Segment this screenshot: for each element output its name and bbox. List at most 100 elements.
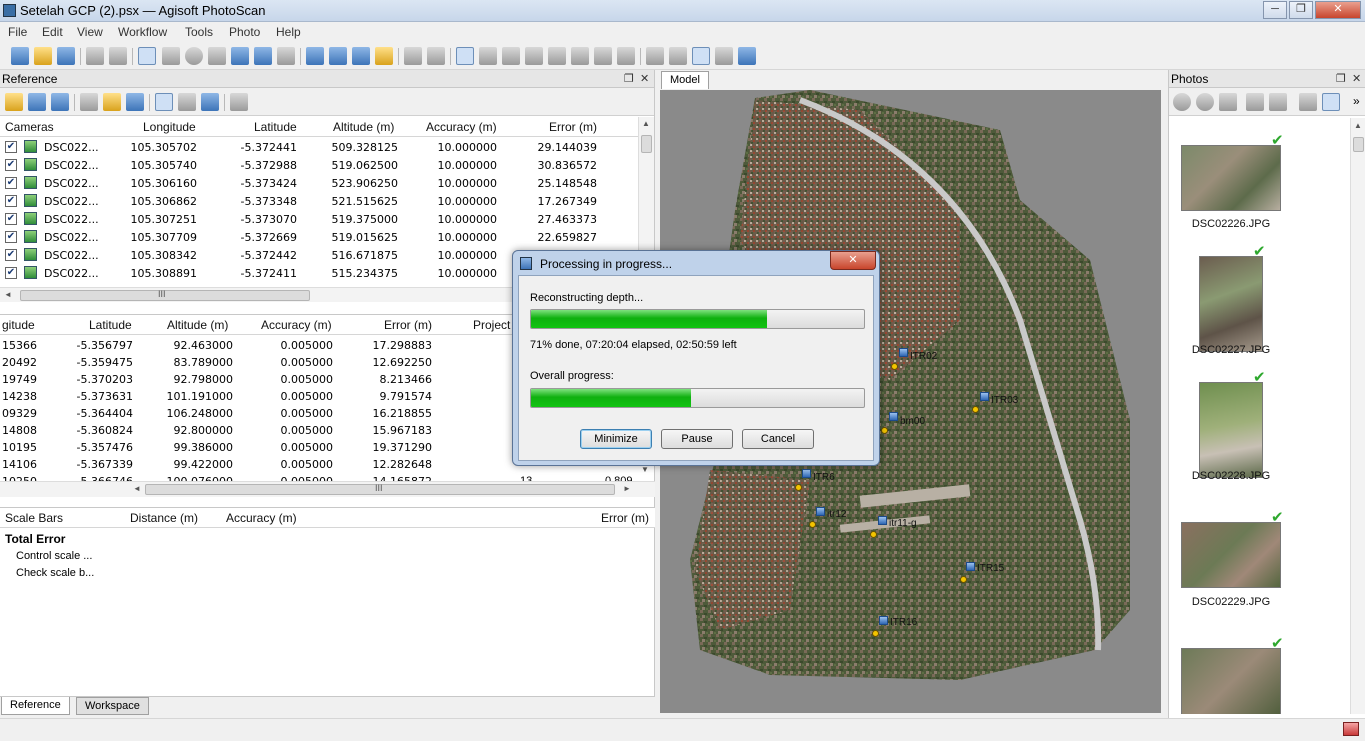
dialog-close-button[interactable]: ✕ [830, 251, 876, 270]
marker-flag-icon[interactable] [802, 469, 811, 478]
camera-enable-checkbox[interactable]: ✔ [5, 177, 17, 189]
dense-cloud-icon[interactable] [479, 47, 497, 65]
view-mode-icon[interactable] [1322, 93, 1340, 111]
tab-reference[interactable]: Reference [1, 697, 70, 715]
tiled-model-icon[interactable] [617, 47, 635, 65]
marker-point-icon[interactable] [960, 576, 967, 583]
column-altitude[interactable]: Altitude (m) [167, 318, 228, 332]
menu-edit[interactable]: Edit [42, 25, 63, 39]
view-errors-icon[interactable] [201, 93, 219, 111]
disable-photo-icon[interactable] [1196, 93, 1214, 111]
view-estimated-icon[interactable] [178, 93, 196, 111]
show-region-icon[interactable] [715, 47, 733, 65]
camera-enable-checkbox[interactable]: ✔ [5, 159, 17, 171]
undo-icon[interactable] [86, 47, 104, 65]
menu-help[interactable]: Help [276, 25, 301, 39]
menu-photo[interactable]: Photo [229, 25, 260, 39]
column-scale-bars[interactable]: Scale Bars [5, 511, 63, 525]
photo-thumbnail[interactable] [1181, 145, 1281, 211]
camera-row[interactable]: ✔ DSC022... 105.307709 -5.372669 519.015625 1… [0, 228, 638, 246]
column-longitude-partial[interactable]: gitude [2, 318, 35, 332]
move-region-icon[interactable] [231, 47, 249, 65]
column-latitude[interactable]: Latitude [89, 318, 132, 332]
clear-icon[interactable] [51, 93, 69, 111]
photo-thumbnail[interactable] [1181, 648, 1281, 714]
minimize-button[interactable]: Minimize [580, 429, 652, 449]
dense-cloud-classes-icon[interactable] [502, 47, 520, 65]
marker-flag-icon[interactable] [889, 412, 898, 421]
column-error[interactable]: Error (m) [384, 318, 432, 332]
camera-row[interactable]: ✔ DSC022... 105.305740 -5.372988 519.062500 1… [0, 156, 638, 174]
float-panel-icon[interactable]: ❐ [624, 72, 634, 85]
column-accuracy[interactable]: Accuracy (m) [226, 511, 297, 525]
camera-enable-checkbox[interactable]: ✔ [5, 231, 17, 243]
textured-model-icon[interactable] [594, 47, 612, 65]
markers-horizontal-scrollbar[interactable]: ◄ III ► [0, 481, 655, 497]
delete-selection-icon[interactable] [404, 47, 422, 65]
column-longitude[interactable]: Longitude [143, 120, 196, 134]
open-icon[interactable] [34, 47, 52, 65]
settings-icon[interactable] [230, 93, 248, 111]
ruler-icon[interactable] [375, 47, 393, 65]
camera-enable-checkbox[interactable]: ✔ [5, 195, 17, 207]
column-latitude[interactable]: Latitude [254, 120, 297, 134]
camera-row[interactable]: ✔ DSC022... 105.305702 -5.372441 509.328125 1… [0, 138, 638, 156]
camera-enable-checkbox[interactable]: ✔ [5, 267, 17, 279]
camera-row[interactable]: ✔ DSC022... 105.306160 -5.373424 523.906250 1… [0, 174, 638, 192]
reset-view-icon[interactable] [738, 47, 756, 65]
rotate-object-icon[interactable] [329, 47, 347, 65]
close-panel-icon[interactable]: ✕ [1352, 72, 1361, 85]
rotate-right-icon[interactable] [1269, 93, 1287, 111]
show-markers-icon[interactable] [692, 47, 710, 65]
enable-photo-icon[interactable] [1173, 93, 1191, 111]
menu-tools[interactable]: Tools [185, 25, 213, 39]
solid-model-icon[interactable] [548, 47, 566, 65]
move-object-icon[interactable] [306, 47, 324, 65]
tab-workspace[interactable]: Workspace [76, 697, 149, 715]
resize-region-icon[interactable] [254, 47, 272, 65]
camera-row[interactable]: ✔ DSC022... 105.306862 -5.373348 521.515625 1… [0, 192, 638, 210]
marker-flag-icon[interactable] [966, 562, 975, 571]
column-projections[interactable]: Project [473, 318, 510, 332]
tab-model[interactable]: Model [661, 71, 709, 89]
marker-flag-icon[interactable] [816, 507, 825, 516]
camera-row[interactable]: ✔ DSC022... 105.307251 -5.373070 519.375000 1… [0, 210, 638, 228]
column-accuracy[interactable]: Accuracy (m) [261, 318, 332, 332]
close-panel-icon[interactable]: ✕ [640, 72, 649, 85]
control-scale-row[interactable]: Control scale ... [16, 550, 92, 562]
shaded-model-icon[interactable] [525, 47, 543, 65]
marker-point-icon[interactable] [891, 363, 898, 370]
mask-icon[interactable] [1299, 93, 1317, 111]
save-icon[interactable] [57, 47, 75, 65]
menu-view[interactable]: View [77, 25, 103, 39]
menu-file[interactable]: File [8, 25, 27, 39]
photo-thumbnail[interactable] [1199, 256, 1263, 352]
marker-flag-icon[interactable] [878, 516, 887, 525]
minimize-window-button[interactable]: ─ [1263, 1, 1287, 19]
marker-point-icon[interactable] [881, 427, 888, 434]
redo-icon[interactable] [109, 47, 127, 65]
export-icon[interactable] [28, 93, 46, 111]
convert-icon[interactable] [80, 93, 98, 111]
marker-flag-icon[interactable] [879, 616, 888, 625]
rotate-left-icon[interactable] [1246, 93, 1264, 111]
camera-enable-checkbox[interactable]: ✔ [5, 141, 17, 153]
camera-enable-checkbox[interactable]: ✔ [5, 213, 17, 225]
camera-enable-checkbox[interactable]: ✔ [5, 249, 17, 261]
column-error[interactable]: Error (m) [549, 120, 597, 134]
show-cameras-icon[interactable] [646, 47, 664, 65]
wireframe-model-icon[interactable] [571, 47, 589, 65]
marker-point-icon[interactable] [795, 484, 802, 491]
navigation-icon[interactable] [138, 47, 156, 65]
rotate-region-icon[interactable] [277, 47, 295, 65]
show-shapes-icon[interactable] [669, 47, 687, 65]
marker-flag-icon[interactable] [899, 348, 908, 357]
marker-point-icon[interactable] [809, 521, 816, 528]
marker-point-icon[interactable] [972, 406, 979, 413]
crop-selection-icon[interactable] [427, 47, 445, 65]
marker-point-icon[interactable] [872, 630, 879, 637]
more-options-icon[interactable]: » [1353, 94, 1360, 108]
photo-thumbnail[interactable] [1199, 382, 1263, 478]
update-icon[interactable] [126, 93, 144, 111]
pause-button[interactable]: Pause [661, 429, 733, 449]
